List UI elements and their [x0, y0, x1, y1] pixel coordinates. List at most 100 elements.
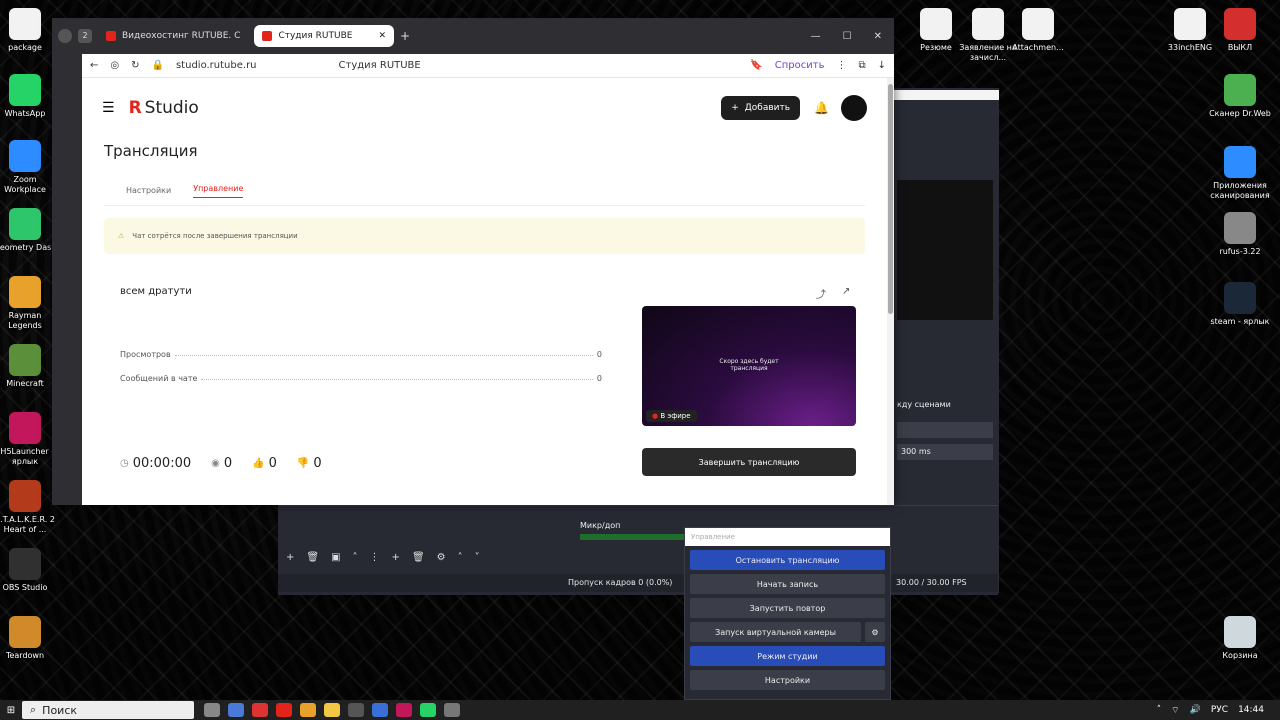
likes: 👍 0	[252, 456, 277, 471]
url-field[interactable]: studio.rutube.ru	[176, 60, 257, 71]
desktop-icon[interactable]: Zoom Workplace	[0, 140, 57, 195]
live-dot-icon: ●	[652, 412, 659, 420]
yandex-icon[interactable]	[276, 703, 292, 717]
desktop-icon[interactable]: Geometry Dash	[0, 208, 57, 253]
add-button-label: Добавить	[744, 103, 791, 113]
gear-icon[interactable]: ⚙	[437, 552, 446, 563]
stop-stream-button[interactable]: Остановить трансляцию	[690, 550, 885, 570]
external-link-icon[interactable]: ↗	[842, 286, 850, 297]
whatsapp-task-icon[interactable]	[420, 703, 436, 717]
close-tab-icon[interactable]: ✕	[378, 31, 386, 41]
explorer-icon[interactable]	[228, 703, 244, 717]
page-title: Трансляция	[104, 142, 198, 160]
add-icon[interactable]: +	[286, 552, 294, 563]
media-icon[interactable]	[396, 703, 412, 717]
back-icon[interactable]: ←	[90, 60, 98, 71]
studio-logo[interactable]: R Studio	[129, 98, 199, 118]
desktop-icon[interactable]: FH5Launcher - ярлык	[0, 412, 57, 467]
ask-button[interactable]: Спросить	[775, 60, 825, 71]
network-icon[interactable]: ⌔	[1171, 705, 1179, 716]
reload-icon[interactable]: ↻	[131, 60, 139, 71]
virtual-camera-button[interactable]: Запуск виртуальной камеры	[690, 622, 861, 642]
taskbar-search[interactable]: ⌕ Поиск	[22, 701, 194, 719]
arrow-down-icon[interactable]: ˅	[475, 552, 480, 563]
tab-count-badge[interactable]: 2	[78, 29, 92, 43]
page-title-address: Студия RUTUBE	[338, 60, 421, 71]
download-icon[interactable]: ↓	[878, 60, 886, 71]
task-view-icon[interactable]	[204, 703, 220, 717]
obs-duration-field[interactable]: 300 ms	[897, 444, 993, 460]
system-tray: ˄ ⌔ 🔊 РУС 14:44	[1157, 705, 1280, 716]
desktop-icon[interactable]: Rayman Legends	[0, 276, 57, 331]
chevron-up-icon[interactable]: ˄	[1157, 705, 1162, 715]
start-replay-button[interactable]: Запустить повтор	[690, 598, 885, 618]
studio-page: ☰ R Studio + Добавить 🔔 Трансляция Настр…	[82, 78, 887, 505]
extensions-icon[interactable]: ⧉	[858, 60, 865, 71]
desktop-icon[interactable]: Minecraft	[0, 344, 57, 389]
timer: ◷ 00:00:00	[120, 456, 191, 471]
arrow-up-source-icon[interactable]: ˄	[458, 552, 463, 563]
tab-settings[interactable]: Настройки	[126, 186, 171, 195]
language-indicator[interactable]: РУС	[1211, 705, 1228, 715]
desktop-icon[interactable]: Attachmen...	[1006, 8, 1070, 53]
profile-icon[interactable]	[58, 29, 72, 43]
bookmark-icon[interactable]: 🔖	[750, 60, 762, 71]
more-icon[interactable]: ⋮	[370, 552, 380, 563]
dislikes-value: 0	[313, 456, 322, 471]
desktop-icon[interactable]: package	[0, 8, 57, 53]
add-source-icon[interactable]: +	[392, 552, 400, 563]
tab-rutube-video[interactable]: Видеохостинг RUTUBE. С	[98, 25, 248, 47]
volume-icon[interactable]: 🔊	[1190, 705, 1201, 715]
avatar[interactable]	[841, 95, 867, 121]
desktop-icon-label: Rayman Legends	[8, 311, 42, 330]
obs-task-icon[interactable]	[444, 703, 460, 717]
desktop-icon[interactable]: rufus-3.22	[1208, 212, 1272, 257]
word-icon[interactable]	[372, 703, 388, 717]
arrow-up-icon[interactable]: ˄	[353, 552, 358, 563]
filter-icon[interactable]: ▣	[331, 552, 340, 563]
desktop-icon[interactable]: ВЫКЛ	[1208, 8, 1272, 53]
browser-app-icon[interactable]	[252, 703, 268, 717]
studio-mode-button[interactable]: Режим студии	[690, 646, 885, 666]
search-icon: ⌕	[30, 703, 37, 716]
add-button[interactable]: + Добавить	[721, 96, 801, 120]
start-recording-button[interactable]: Начать запись	[690, 574, 885, 594]
stream-preview[interactable]: Скоро здесь будет трансляция ● В эфире	[642, 306, 856, 426]
maximize-icon[interactable]: ☐	[843, 31, 852, 42]
desktop-icon[interactable]: steam - ярлык	[1208, 282, 1272, 327]
desktop-icon[interactable]: Приложения сканирования	[1208, 146, 1272, 201]
bell-icon[interactable]: 🔔	[814, 101, 829, 115]
preview-placeholder: Скоро здесь будет трансляция	[642, 358, 856, 372]
chrome-icon[interactable]	[300, 703, 316, 717]
new-tab-icon[interactable]: +	[400, 29, 410, 43]
taskbar: ⊞ ⌕ Поиск ˄ ⌔ 🔊 РУС 14:44	[0, 700, 1280, 720]
page-scrollbar[interactable]	[887, 78, 894, 505]
clock[interactable]: 14:44	[1238, 705, 1264, 715]
hamburger-icon[interactable]: ☰	[102, 100, 115, 116]
desktop-icon-label: FH5Launcher - ярлык	[0, 447, 55, 466]
tab-management[interactable]: Управление	[193, 184, 244, 198]
end-stream-button[interactable]: Завершить трансляцию	[642, 448, 856, 476]
reader-icon[interactable]: ◎	[110, 60, 119, 71]
trash-icon[interactable]: 🗑	[306, 552, 319, 563]
trash-source-icon[interactable]: 🗑	[412, 552, 425, 563]
menu-dots-icon[interactable]: ⋮	[836, 60, 846, 71]
obs-transition-select[interactable]	[897, 422, 993, 438]
folder-icon[interactable]	[324, 703, 340, 717]
desktop-icon[interactable]: Teardown	[0, 616, 57, 661]
share-icon[interactable]: ⤴	[816, 286, 826, 301]
settings-app-icon[interactable]	[348, 703, 364, 717]
desktop-icon[interactable]: Корзина	[1208, 616, 1272, 661]
scrollbar-thumb[interactable]	[888, 84, 893, 314]
close-window-icon[interactable]: ✕	[874, 31, 882, 42]
tab-rutube-studio[interactable]: Студия RUTUBE ✕	[254, 25, 394, 47]
settings-button[interactable]: Настройки	[690, 670, 885, 690]
virtual-camera-gear-icon[interactable]: ⚙	[865, 622, 885, 642]
desktop-icon[interactable]: WhatsApp	[0, 74, 57, 119]
start-button[interactable]: ⊞	[0, 700, 22, 720]
desktop-icon[interactable]: Сканер Dr.Web	[1208, 74, 1272, 119]
desktop-icon[interactable]: S.T.A.L.K.E.R. 2 Heart of ...	[0, 480, 57, 535]
desktop-icon[interactable]: OBS Studio	[0, 548, 57, 593]
tab-bar: 2 Видеохостинг RUTUBE. С Студия RUTUBE ✕…	[52, 18, 894, 54]
minimize-icon[interactable]: —	[811, 31, 821, 42]
